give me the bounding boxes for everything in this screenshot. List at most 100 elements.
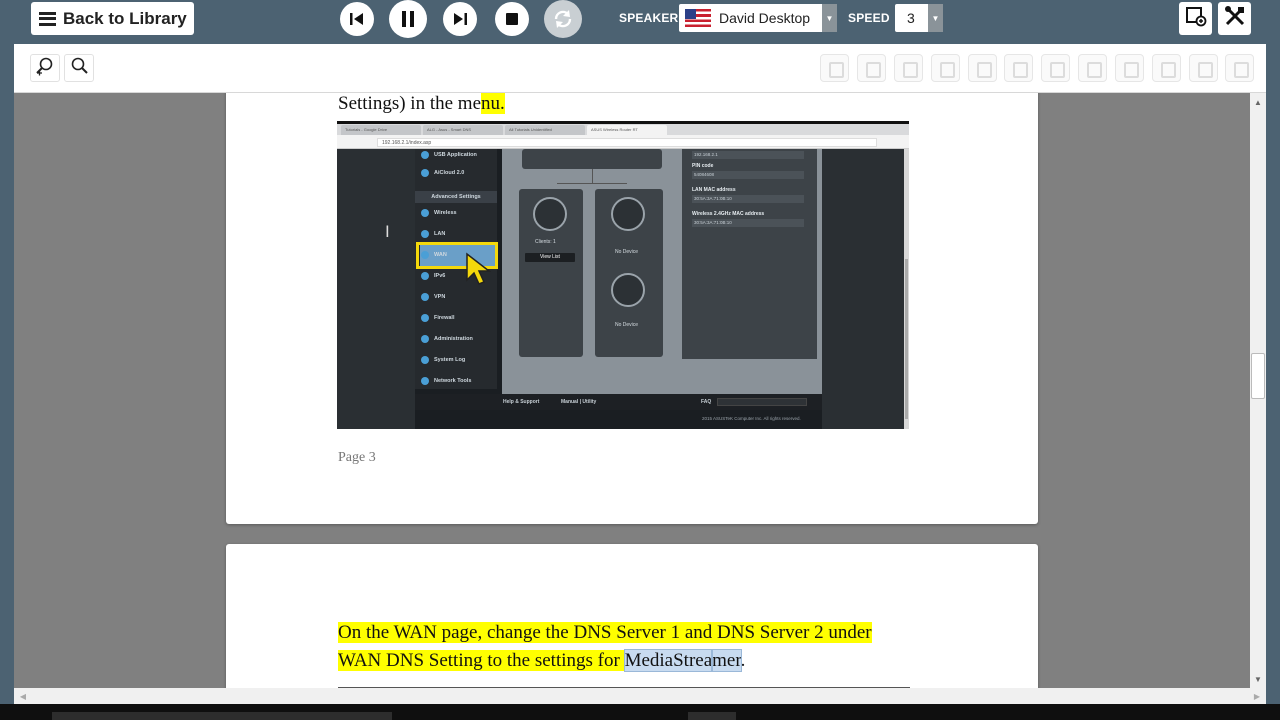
tools-icon (1224, 5, 1246, 32)
zoom-out-button[interactable] (64, 54, 94, 82)
speed-select[interactable]: 3 ▼ (895, 4, 943, 32)
view-list-button: View List (525, 253, 575, 262)
browser-tab-active: ASUS Wireless Router RT (587, 125, 667, 135)
page-4-paragraph: On the WAN page, change the DNS Server 1… (338, 619, 872, 675)
router-info-panel: 192.168.2.1 PIN code 54084608 LAN MAC ad… (682, 149, 817, 359)
copyright-text: 2015 ASUSTeK Computer Inc. All rights re… (702, 416, 801, 421)
page-number: Page 3 (338, 450, 376, 465)
page-3: Settings) in the menu. Tutorials - Googl… (226, 93, 1038, 524)
speaker-label: SPEAKER (619, 11, 679, 25)
router-menu-item: Wireless (421, 209, 457, 217)
back-to-library-button[interactable]: Back to Library (31, 2, 194, 35)
user-icon[interactable] (1152, 54, 1181, 82)
usb-status-text: No Device (615, 322, 639, 328)
router-right-margin (822, 149, 909, 429)
window-frame-right (1266, 44, 1280, 720)
usb-status-text: No Device (615, 249, 639, 255)
usb-card: No Device No Device (595, 189, 663, 357)
clients-card: Clients: 1 View List (519, 189, 583, 357)
browser-tab: ALG - Asus - Smart DNS (423, 125, 503, 135)
trash-icon[interactable] (1225, 54, 1254, 82)
browser-tab-strip: Tutorials - Google Drive ALG - Asus - Sm… (337, 124, 909, 135)
highlighted-text-run: On the WAN page, change the DNS Server 1… (338, 622, 872, 643)
info-value: 192.168.2.1 (692, 151, 804, 159)
zoom-in-button[interactable] (30, 54, 60, 82)
speaker-select[interactable]: David Desktop ▼ (679, 4, 837, 32)
scroll-left-icon[interactable]: ◀ (16, 688, 30, 704)
back-to-library-label: Back to Library (63, 8, 187, 28)
pause-button[interactable] (389, 0, 427, 38)
tools-button[interactable] (1218, 2, 1251, 35)
connector-line (557, 183, 627, 184)
settings-icon[interactable] (1041, 54, 1070, 82)
check-icon[interactable] (1189, 54, 1218, 82)
router-menu-item: Firewall (421, 314, 454, 322)
info-label: LAN MAC address (692, 187, 736, 193)
router-left-margin (337, 149, 415, 429)
router-menu-item: IPv6 (421, 272, 445, 280)
screen-capture-icon (1185, 5, 1207, 32)
previous-button[interactable] (340, 2, 374, 36)
computer-icon (533, 197, 567, 231)
next-button[interactable] (443, 2, 477, 36)
clients-text: Clients: 1 (535, 239, 556, 245)
add-icon[interactable] (1078, 54, 1107, 82)
text-run: . (740, 650, 746, 671)
list-icon (39, 11, 56, 26)
highlighted-text-run: WAN DNS Setting to the settings for (338, 650, 625, 671)
mouse-pointer-icon (465, 252, 492, 291)
speed-label: SPEED (848, 11, 890, 25)
document-viewport[interactable]: Settings) in the menu. Tutorials - Googl… (14, 93, 1250, 688)
connector-line (592, 169, 593, 183)
page-3-text: Settings) in the menu. (338, 93, 505, 115)
chevron-down-icon: ▼ (822, 4, 837, 32)
scrollbar-thumb[interactable] (1251, 353, 1265, 399)
browser-tab: Tutorials - Google Drive (341, 125, 421, 135)
taskbar-segment (52, 712, 392, 720)
scroll-up-icon[interactable]: ▲ (1250, 95, 1266, 109)
help-support-link: Help & Support (503, 399, 540, 405)
faq-label: FAQ (701, 399, 712, 405)
router-menu-item: AiCloud 2.0 (421, 169, 464, 177)
faq-search-box (717, 398, 807, 406)
paste-icon[interactable] (931, 54, 960, 82)
router-menu-item: LAN (421, 230, 445, 238)
copy-icon[interactable] (857, 54, 886, 82)
read-aloud-app: Back to Library SPEAKER David Desktop ▼ … (0, 0, 1280, 720)
zoom-in-icon (35, 56, 55, 81)
text-run: Settings) in the me (338, 93, 482, 114)
search-icon[interactable] (1004, 54, 1033, 82)
save-icon[interactable] (820, 54, 849, 82)
us-flag-icon (685, 9, 711, 27)
selected-text-run: MediaStrea (623, 649, 714, 672)
router-menu-section: Advanced Settings (415, 191, 497, 203)
undo-icon[interactable] (968, 54, 997, 82)
text-icon[interactable] (1115, 54, 1144, 82)
window-frame-left (0, 44, 14, 720)
stop-button[interactable] (495, 2, 529, 36)
pause-icon (401, 11, 415, 27)
info-value: 30:5A:3A:71:0B:10 (692, 195, 804, 203)
scroll-down-icon[interactable]: ▼ (1250, 672, 1266, 686)
cut-icon[interactable] (894, 54, 923, 82)
text-cursor-icon: I (385, 222, 390, 241)
router-menu-item: Administration (421, 335, 473, 343)
screen-capture-button[interactable] (1179, 2, 1212, 35)
repeat-button[interactable] (544, 0, 582, 38)
page-4: On the WAN page, change the DNS Server 1… (226, 544, 1038, 688)
scroll-right-icon[interactable]: ▶ (1250, 688, 1264, 704)
router-menu-item: VPN (421, 293, 445, 301)
browser-address-bar: 192.168.2.1/index.asp (337, 135, 909, 149)
usb-icon (611, 197, 645, 231)
router-card (522, 149, 662, 169)
router-menu-item-wan: WAN (421, 251, 447, 259)
browser-scrollbar (904, 149, 909, 429)
vertical-scrollbar[interactable]: ▲ ▼ (1250, 93, 1266, 688)
skip-back-icon (349, 12, 365, 26)
info-value: 30:5A:3A:71:0B:10 (692, 219, 804, 227)
speaker-value: David Desktop (719, 10, 811, 26)
top-toolbar: Back to Library SPEAKER David Desktop ▼ … (0, 0, 1280, 44)
horizontal-scrollbar[interactable]: ◀ ▶ (14, 688, 1266, 704)
stop-icon (506, 13, 518, 25)
info-label: PIN code (692, 163, 714, 169)
